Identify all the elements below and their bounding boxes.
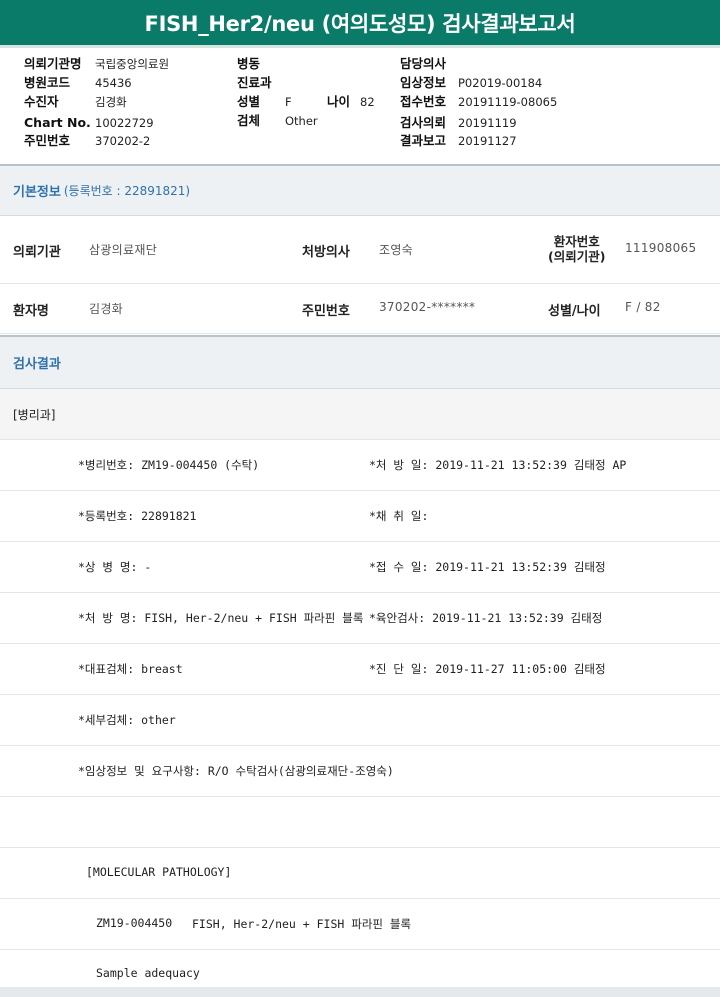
header-label-receipt: 접수번호 [400, 94, 447, 109]
header-label-age: 나이 [327, 94, 351, 109]
header-value-hospcode: 45436 [95, 76, 132, 90]
result-blank-row [0, 797, 720, 848]
patient-number-label-line1: 환자번호 [553, 234, 600, 249]
result-line-right: *진 단 일: 2019-11-27 11:05:00 김태정 [369, 662, 606, 676]
sex-age-value: F / 82 [625, 300, 661, 314]
results-title: 검사결과 [13, 357, 61, 372]
result-line-left: *임상정보 및 요구사항: R/O 수탁검사(삼광의료재단-조영숙) [78, 764, 394, 778]
result-line: *임상정보 및 요구사항: R/O 수탁검사(삼광의료재단-조영숙) [0, 746, 720, 797]
patient-name-label: 환자명 [13, 304, 49, 319]
header-label-hospcode: 병원코드 [24, 75, 71, 90]
header-value-sex: F [285, 95, 292, 109]
basic-info-subtitle: (등록번호 : 22891821) [63, 184, 191, 198]
results-dept: [병리과] [13, 408, 56, 422]
result-line: *대표검체: breast *진 단 일: 2019-11-27 11:05:0… [0, 644, 720, 695]
header-value-rrn: 370202-2 [95, 134, 151, 148]
result-line-left: *처 방 명: FISH, Her-2/neu + FISH 파라핀 블록 [78, 611, 364, 625]
report-title: FISH_Her2/neu (여의도성모) 검사결과보고서 [0, 0, 720, 48]
result-line-right: *처 방 일: 2019-11-21 13:52:39 김태정 AP [369, 458, 627, 472]
report-header-info: 의뢰기관명 국립중앙의료원 병원코드 45436 수진자 김경화 Chart N… [0, 52, 720, 164]
header-label-request: 검사의뢰 [400, 115, 447, 130]
header-label-specimen: 검체 [237, 113, 261, 128]
result-line-left: *세부검체: other [78, 713, 176, 727]
header-value-org: 국립중앙의료원 [95, 57, 170, 71]
basic-info-title: 기본정보 [13, 185, 61, 200]
header-value-clinical: P02019-00184 [458, 76, 543, 90]
sample-adequacy: Sample adequacy [96, 966, 200, 980]
molecular-header-row: [MOLECULAR PATHOLOGY] [0, 848, 720, 899]
basic-info-header: 기본정보 (등록번호 : 22891821) [0, 166, 720, 216]
result-line: *세부검체: other [0, 695, 720, 746]
result-line: *등록번호: 22891821 *채 취 일: [0, 491, 720, 542]
header-label-org: 의뢰기관명 [24, 56, 82, 71]
patient-number-value: 111908065 [625, 241, 697, 255]
rrn-label: 주민번호 [302, 304, 350, 319]
patient-name-value: 김경화 [89, 302, 124, 316]
basic-info-row-2: 환자명 김경화 주민번호 370202-******* 성별/나이 F / 82 [0, 284, 720, 334]
result-line-right: *채 취 일: [369, 509, 429, 523]
patient-number-label-line2: (의뢰기관) [548, 249, 606, 264]
basic-info-row-1: 의뢰기관 삼광의료재단 처방의사 조영숙 환자번호 (의뢰기관) 1119080… [0, 216, 720, 284]
header-value-age: 82 [360, 95, 375, 109]
sex-age-label: 성별/나이 [548, 304, 601, 319]
header-value-chart: 10022729 [95, 116, 154, 130]
result-line-left: *등록번호: 22891821 [78, 509, 197, 523]
result-line-right: *접 수 일: 2019-11-21 13:52:39 김태정 [369, 560, 606, 574]
header-label-rrn: 주민번호 [24, 133, 71, 148]
doctor-value: 조영숙 [379, 243, 414, 257]
header-label-chart: Chart No. [24, 115, 91, 130]
header-label-dept: 진료과 [237, 75, 272, 90]
sample-adequacy-row: Sample adequacy [0, 950, 720, 987]
molecular-test-row: ZM19-004450 FISH, Her-2/neu + FISH 파라핀 블… [0, 899, 720, 950]
rrn-value: 370202-******* [379, 300, 476, 314]
org-value: 삼광의료재단 [89, 243, 158, 257]
header-value-report: 20191127 [458, 134, 517, 148]
result-line: *상 병 명: - *접 수 일: 2019-11-21 13:52:39 김태… [0, 542, 720, 593]
header-label-report: 결과보고 [400, 133, 447, 148]
org-label: 의뢰기관 [13, 245, 61, 260]
header-label-clinical: 임상정보 [400, 75, 447, 90]
molecular-code: ZM19-004450 [96, 916, 173, 930]
result-line-left: *상 병 명: - [78, 560, 152, 574]
header-label-sex: 성별 [237, 94, 261, 109]
header-label-patient: 수진자 [24, 94, 59, 109]
header-label-doctor: 담당의사 [400, 56, 447, 71]
molecular-header: [MOLECULAR PATHOLOGY] [86, 865, 232, 879]
result-line-left: *병리번호: ZM19-004450 (수탁) [78, 458, 260, 472]
header-label-ward: 병동 [237, 56, 261, 71]
header-value-patient: 김경화 [95, 95, 127, 109]
doctor-label: 처방의사 [302, 245, 350, 260]
results-header: 검사결과 [0, 337, 720, 389]
results-dept-row: [병리과] [0, 389, 720, 440]
header-value-receipt: 20191119-08065 [458, 95, 558, 109]
result-line-left: *대표검체: breast [78, 662, 183, 676]
molecular-test: FISH, Her-2/neu + FISH 파라핀 블록 [192, 917, 412, 931]
horizontal-scrollbar[interactable] [0, 987, 720, 997]
result-line: *처 방 명: FISH, Her-2/neu + FISH 파라핀 블록 *육… [0, 593, 720, 644]
header-value-request: 20191119 [458, 116, 517, 130]
header-value-specimen: Other [285, 114, 318, 128]
result-line-right: *육안검사: 2019-11-21 13:52:39 김태정 [369, 611, 603, 625]
result-line: *병리번호: ZM19-004450 (수탁) *처 방 일: 2019-11-… [0, 440, 720, 491]
patient-number-label: 환자번호 (의뢰기관) [548, 234, 605, 264]
